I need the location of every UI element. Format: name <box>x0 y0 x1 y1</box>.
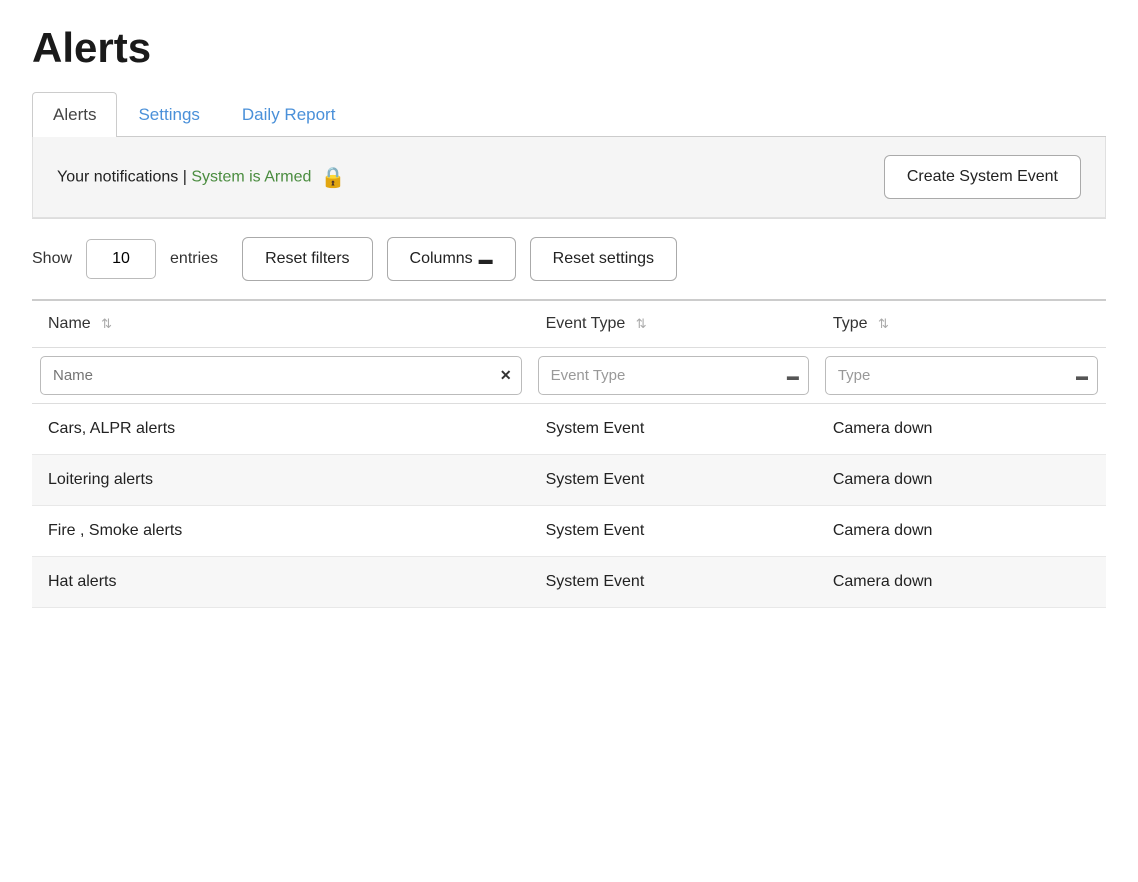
reset-settings-button[interactable]: Reset settings <box>530 237 677 281</box>
column-header-name[interactable]: Name ⇅ <box>32 301 530 348</box>
table-row: Cars, ALPR alertsSystem EventCamera down <box>32 404 1106 455</box>
system-armed-label: System is Armed <box>191 168 311 185</box>
notifications-bar: Your notifications | System is Armed 🔒 C… <box>32 137 1106 218</box>
cell-type-2: Camera down <box>817 506 1106 557</box>
column-header-event-type[interactable]: Event Type ⇅ <box>530 301 817 348</box>
create-system-event-button[interactable]: Create System Event <box>884 155 1081 199</box>
cell-event_type-2: System Event <box>530 506 817 557</box>
entries-label: entries <box>170 250 218 268</box>
column-event-type-label: Event Type <box>546 315 626 332</box>
reset-filters-button[interactable]: Reset filters <box>242 237 372 281</box>
filter-cell-name: ✕ <box>32 348 530 404</box>
tabs-bar: Alerts Settings Daily Report <box>32 92 1106 137</box>
type-filter-wrap: Type Camera down ▬ <box>825 356 1098 395</box>
cell-type-0: Camera down <box>817 404 1106 455</box>
tab-alerts[interactable]: Alerts <box>32 92 117 137</box>
filter-cell-type: Type Camera down ▬ <box>817 348 1106 404</box>
sort-icon-type[interactable]: ⇅ <box>878 316 889 332</box>
tab-daily-report[interactable]: Daily Report <box>221 92 357 137</box>
columns-icon: ▬ <box>479 251 493 267</box>
column-name-label: Name <box>48 315 91 332</box>
notifications-prefix: Your notifications | <box>57 168 187 185</box>
cell-name-2: Fire , Smoke alerts <box>32 506 530 557</box>
table-header-row: Name ⇅ Event Type ⇅ Type ⇅ <box>32 301 1106 348</box>
columns-button[interactable]: Columns ▬ <box>387 237 516 281</box>
alerts-table-wrapper: Name ⇅ Event Type ⇅ Type ⇅ ✕ <box>32 299 1106 608</box>
columns-label: Columns <box>410 250 473 268</box>
page-title: Alerts <box>32 24 1106 72</box>
tab-settings[interactable]: Settings <box>117 92 220 137</box>
lock-icon: 🔒 <box>321 167 346 189</box>
sort-icon-event-type[interactable]: ⇅ <box>636 316 647 332</box>
table-row: Fire , Smoke alertsSystem EventCamera do… <box>32 506 1106 557</box>
cell-name-3: Hat alerts <box>32 557 530 608</box>
column-header-type[interactable]: Type ⇅ <box>817 301 1106 348</box>
notifications-text: Your notifications | System is Armed 🔒 <box>57 165 346 190</box>
cell-type-3: Camera down <box>817 557 1106 608</box>
table-row: Hat alertsSystem EventCamera down <box>32 557 1106 608</box>
cell-name-0: Cars, ALPR alerts <box>32 404 530 455</box>
cell-event_type-0: System Event <box>530 404 817 455</box>
column-type-label: Type <box>833 315 868 332</box>
name-filter-wrap: ✕ <box>40 356 522 395</box>
table-controls: Show entries Reset filters Columns ▬ Res… <box>32 218 1106 295</box>
entries-input[interactable] <box>86 239 156 279</box>
type-filter-select[interactable]: Type Camera down <box>825 356 1098 395</box>
table-row: Loitering alertsSystem EventCamera down <box>32 455 1106 506</box>
show-label: Show <box>32 250 72 268</box>
table-body: Cars, ALPR alertsSystem EventCamera down… <box>32 404 1106 608</box>
event-type-filter-select[interactable]: Event Type System Event <box>538 356 809 395</box>
name-filter-input[interactable] <box>40 356 522 395</box>
name-filter-clear[interactable]: ✕ <box>500 367 512 384</box>
cell-event_type-1: System Event <box>530 455 817 506</box>
event-type-filter-wrap: Event Type System Event ▬ <box>538 356 809 395</box>
cell-name-1: Loitering alerts <box>32 455 530 506</box>
cell-type-1: Camera down <box>817 455 1106 506</box>
table-filter-row: ✕ Event Type System Event ▬ <box>32 348 1106 404</box>
alerts-table: Name ⇅ Event Type ⇅ Type ⇅ ✕ <box>32 301 1106 608</box>
sort-icon-name[interactable]: ⇅ <box>101 316 112 332</box>
filter-cell-event-type: Event Type System Event ▬ <box>530 348 817 404</box>
cell-event_type-3: System Event <box>530 557 817 608</box>
